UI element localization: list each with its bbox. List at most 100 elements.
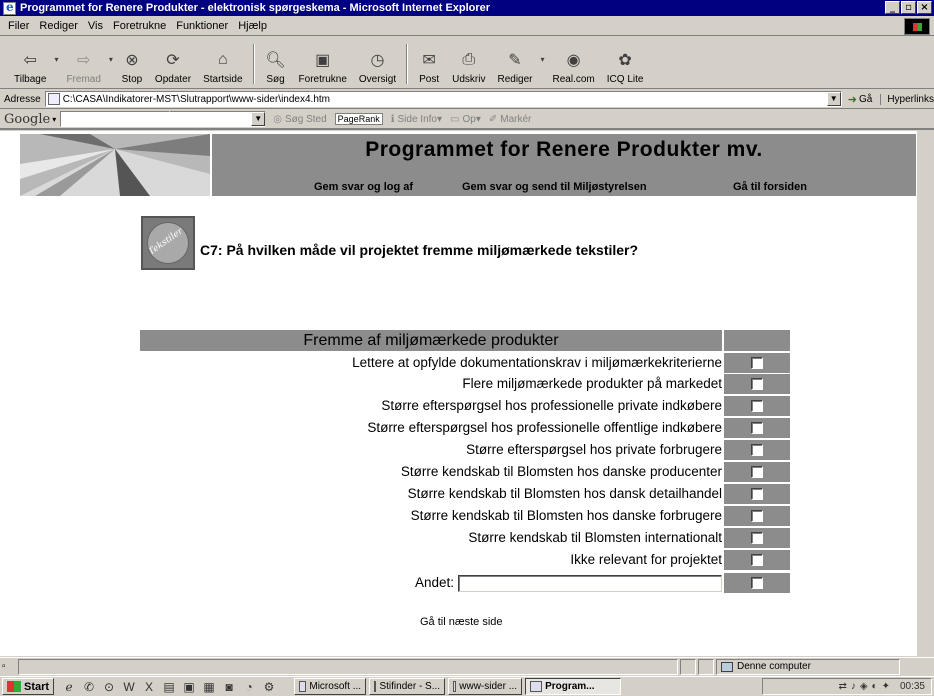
clock-quicklaunch-icon[interactable]: ◔ [242,680,256,694]
task-folder[interactable]: www-sider ... [448,678,523,695]
system-tray: ⇄ ♪ ◈ ◐ ✦ 00:35 [762,678,932,695]
nav-save-logout[interactable]: Gem svar og log af [314,181,413,193]
home-button[interactable]: ⌂ Startside [197,40,248,88]
task-ie[interactable]: Program... [525,678,622,695]
back-arrow-icon: ⇦ [23,52,37,69]
taskbar: Start ℯ ✆ ⊙ W X ▤ ▣ ▦ ◙ ◔ ⚙ Microsoft ..… [0,676,934,696]
up-button[interactable]: ▭ Op ▾ [450,114,481,125]
go-arrow-icon: ➜ [847,93,857,106]
word-quicklaunch-icon[interactable]: W [122,680,136,694]
mail-button[interactable]: ✉ Post [412,40,446,88]
row-checkbox[interactable] [751,422,763,434]
go-button[interactable]: ➜ Gå [848,93,873,106]
tray-app2-icon[interactable]: ✦ [882,681,890,692]
row-checkbox[interactable] [751,532,763,544]
table-row-other: Andet: [140,573,790,593]
icq-button[interactable]: ✿ ICQ Lite [601,40,650,88]
status-page-icon: ▫ [2,661,6,672]
excel-quicklaunch-icon[interactable]: X [142,680,156,694]
google-dropdown-icon[interactable]: ▼ [251,112,266,126]
row-checkbox[interactable] [751,357,763,369]
other-checkbox[interactable] [751,577,763,589]
close-button[interactable]: × [917,1,932,14]
explorer-quicklaunch-icon[interactable]: ⊙ [102,680,116,694]
nav-home[interactable]: Gå til forsiden [733,181,807,193]
address-input[interactable]: C:\CASA\Indikatorer-MST\Slutrapport\www-… [44,91,842,107]
other-text-input[interactable] [458,575,722,592]
edit-icon: ✎ [508,52,522,69]
forward-dropdown-icon[interactable]: ▾ [109,55,113,64]
row-checkbox[interactable] [751,510,763,522]
settings-quicklaunch-icon[interactable]: ⚙ [262,680,276,694]
volume-icon[interactable]: ♪ [851,681,856,692]
menu-favorites[interactable]: Foretrukne [113,20,166,32]
page-info-button[interactable]: ℹ Side Info ▾ [391,114,442,125]
next-page-link[interactable]: Gå til næste side [420,616,503,628]
menu-edit[interactable]: Rediger [39,20,78,32]
row-checkbox[interactable] [751,488,763,500]
table-row: Større kendskab til Blomsten hos danske … [140,462,790,482]
search-site-button[interactable]: ◎ Søg Sted [273,114,326,125]
ie-window: Programmet for Renere Produkter - elektr… [0,0,934,696]
highlight-button[interactable]: ✐ Markér [489,114,532,125]
menu-file[interactable]: Filer [8,20,29,32]
row-label: Ikke relevant for projektet [570,552,722,567]
powerpoint-quicklaunch-icon[interactable]: ▣ [182,680,196,694]
search-site-icon: ◎ [273,113,282,125]
forward-button[interactable]: ⇨ Fremad [60,40,106,88]
menu-view[interactable]: Vis [88,20,103,32]
back-dropdown-icon[interactable]: ▾ [54,55,58,64]
stop-button[interactable]: ⊗ Stop [115,40,149,88]
vertical-scrollbar[interactable] [916,131,934,656]
address-dropdown-icon[interactable]: ▼ [826,92,841,106]
edit-button[interactable]: ✎ Rediger [491,40,538,88]
pagerank-indicator[interactable]: PageRank [334,113,383,125]
icq-flower-icon: ✿ [618,52,632,69]
tray-app-icon[interactable]: ◐ [872,681,878,692]
page-icon [47,93,60,105]
ie-icon [3,0,16,15]
network-icon[interactable]: ⇄ [838,681,846,692]
row-checkbox[interactable] [751,378,763,390]
google-search-input[interactable] [60,111,171,127]
maximize-button[interactable]: ▫ [901,1,916,14]
antivirus-icon[interactable]: ◈ [860,681,868,692]
desktop-quicklaunch-icon[interactable]: ▤ [162,680,176,694]
printer-icon: ⎙ [462,51,476,68]
stop-icon: ⊗ [125,52,139,69]
refresh-button[interactable]: ⟳ Opdater [149,40,197,88]
task-word[interactable]: Microsoft ... [294,678,367,695]
row-checkbox[interactable] [751,466,763,478]
google-logo[interactable]: Google [4,112,50,127]
menu-help[interactable]: Hjælp [238,20,267,32]
real-button[interactable]: ◉ Real.com [547,40,601,88]
edit-dropdown-icon[interactable]: ▾ [541,55,545,64]
menu-bar: Filer Rediger Vis Foretrukne Funktioner … [0,17,934,36]
outlook-quicklaunch-icon[interactable]: ✆ [82,680,96,694]
links-button[interactable]: Hyperlinks [880,93,934,105]
table-row: Større efterspørgsel hos private forbrug… [140,440,790,460]
row-checkbox[interactable] [751,400,763,412]
status-cell [698,658,714,675]
menu-tools[interactable]: Funktioner [176,20,228,32]
search-button[interactable]: 🔍︎ Søg [259,40,293,88]
ie-quicklaunch-icon[interactable]: ℯ [62,680,76,694]
start-button[interactable]: Start [2,678,55,695]
task-explorer[interactable]: Stifinder - S... [369,678,446,695]
google-search-history[interactable]: ▼ [170,111,266,127]
google-menu-chevron-icon[interactable]: ▾ [52,115,56,124]
nav-save-send[interactable]: Gem svar og send til Miljøstyrelsen [462,181,647,193]
row-label: Større kendskab til Blomsten internation… [468,530,722,545]
calendar-quicklaunch-icon[interactable]: ▦ [202,680,216,694]
print-button[interactable]: ⎙ Udskriv [446,40,491,88]
table-row: Ikke relevant for projektet [140,550,790,570]
page-content: Programmet for Renere Produkter mv. Gem … [0,131,916,656]
back-button[interactable]: ⇦ Tilbage [8,40,52,88]
row-checkbox[interactable] [751,444,763,456]
media-quicklaunch-icon[interactable]: ◙ [222,680,236,694]
clock[interactable]: 00:35 [900,681,925,692]
minimize-button[interactable]: _ [885,1,900,14]
favorites-button[interactable]: ▣ Foretrukne [293,40,353,88]
row-checkbox[interactable] [751,554,763,566]
history-button[interactable]: ◷ Oversigt [353,40,402,88]
